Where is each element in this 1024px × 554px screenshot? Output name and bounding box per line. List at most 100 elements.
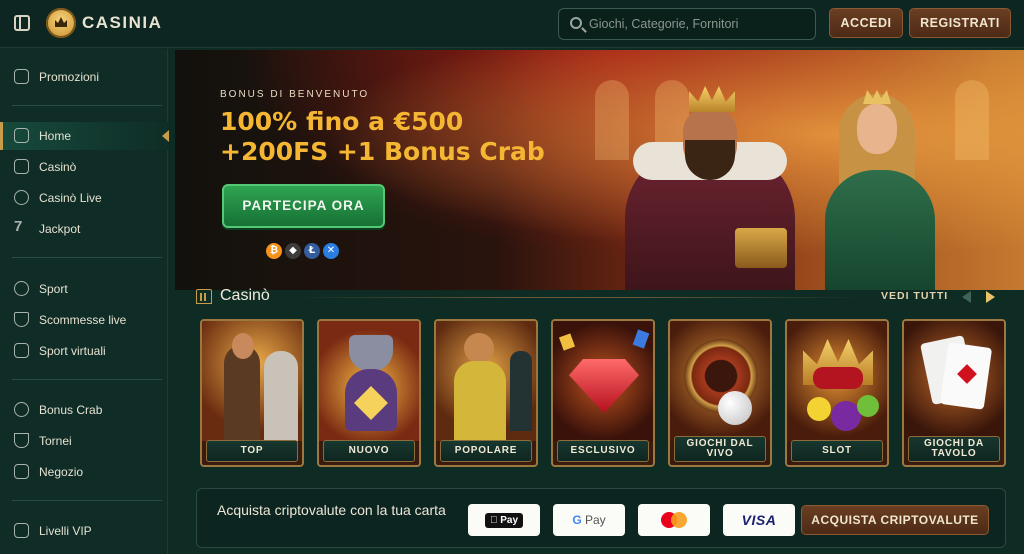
login-button[interactable]: ACCEDI — [829, 8, 903, 38]
sidebar-item-label: Tornei — [39, 434, 72, 448]
category-tile-esclusivo[interactable]: ESCLUSIVO — [551, 319, 655, 467]
google-pay-badge: G Pay — [553, 504, 625, 536]
sidebar-toggle-icon[interactable] — [14, 15, 30, 31]
sidebar-item-label: Promozioni — [39, 70, 100, 84]
tile-art — [553, 321, 653, 441]
apple-pay-badge:  Pay — [468, 504, 540, 536]
visa-badge: VISA — [723, 504, 795, 536]
castle-window — [955, 80, 989, 160]
sidebar-item-casino-live[interactable]: Casinò Live — [0, 184, 168, 212]
category-tile-nuovo[interactable]: NUOVO — [317, 319, 421, 467]
crypto-icons: ₿ ◆ Ł ✕ — [266, 240, 342, 259]
sidebar-item-casino[interactable]: Casinò — [0, 153, 168, 181]
hero-eyebrow: BONUS DI BENVENUTO — [220, 89, 370, 100]
welcome-bonus-banner[interactable]: BONUS DI BENVENUTO 100% fino a €500 +200… — [175, 50, 1024, 290]
sidebar-item-sport[interactable]: Sport — [0, 275, 168, 303]
logo-crown-icon[interactable] — [46, 8, 76, 38]
shop-icon — [14, 464, 29, 479]
sidebar-item-promozioni[interactable]: Promozioni — [0, 63, 168, 91]
ethereum-icon: ◆ — [285, 243, 301, 259]
google-pay-icon: G Pay — [572, 513, 606, 527]
casino-icon — [14, 159, 29, 174]
see-all-link[interactable]: VEDI TUTTI — [881, 290, 948, 302]
sidebar-item-label: Scommesse live — [39, 313, 127, 327]
sidebar-item-sport-virtuali[interactable]: Sport virtuali — [0, 337, 168, 365]
tile-label: SLOT — [791, 440, 883, 462]
category-tile-top[interactable]: TOP — [200, 319, 304, 467]
buy-crypto-text: Acquista criptovalute con la tua carta — [217, 502, 446, 518]
sidebar-item-label: Home — [39, 129, 72, 143]
arrow-right-icon[interactable] — [986, 291, 995, 303]
sidebar-item-label: Negozio — [39, 465, 84, 479]
tile-label: ESCLUSIVO — [557, 440, 649, 462]
join-now-button[interactable]: PARTECIPA ORA — [222, 184, 385, 228]
tile-label: POPOLARE — [440, 440, 532, 462]
tile-label: NUOVO — [323, 440, 415, 462]
logo-text[interactable]: CASINIA — [82, 13, 162, 33]
ripple-icon: ✕ — [323, 243, 339, 259]
sidebar-item-scommesse-live[interactable]: Scommesse live — [0, 306, 168, 334]
visa-icon: VISA — [741, 512, 777, 528]
category-tile-popolare[interactable]: POPOLARE — [434, 319, 538, 467]
tile-art — [670, 321, 770, 441]
sidebar-item-label: Sport virtuali — [39, 344, 106, 358]
tile-label: TOP — [206, 440, 298, 462]
tile-art — [904, 321, 1004, 441]
sidebar-item-label: Sport — [39, 282, 68, 296]
search-box[interactable] — [558, 8, 816, 40]
sidebar-item-bonus-crab[interactable]: Bonus Crab — [0, 396, 168, 424]
mastercard-badge — [638, 504, 710, 536]
sidebar-item-label: Livelli VIP — [39, 524, 92, 538]
casino-building-icon — [196, 289, 212, 304]
sidebar-item-label: Casinò — [39, 160, 77, 174]
register-button[interactable]: REGISTRATI — [909, 8, 1011, 38]
hero-title-line: 100% fino a €500 — [220, 107, 464, 136]
section-title: Casinò — [220, 287, 270, 304]
category-tile-slot[interactable]: SLOT — [785, 319, 889, 467]
shield-icon — [14, 312, 29, 327]
sidebar-item-livelli-vip[interactable]: Livelli VIP — [0, 517, 168, 545]
sidebar-item-label: Casinò Live — [39, 191, 102, 205]
king-illustration — [605, 78, 815, 290]
crown-icon — [14, 523, 29, 538]
search-icon — [570, 17, 582, 29]
sidebar-divider — [12, 105, 162, 106]
tile-label: GIOCHI DAL VIVO — [674, 436, 766, 462]
arrow-left-icon[interactable] — [962, 291, 971, 303]
queen-illustration — [825, 80, 945, 290]
trophy-icon — [14, 433, 29, 448]
sidebar-divider — [12, 257, 162, 258]
litecoin-icon: Ł — [304, 243, 320, 259]
category-tile-giochi-da-tavolo[interactable]: GIOCHI DA TAVOLO — [902, 319, 1006, 467]
sidebar-item-negozio[interactable]: Negozio — [0, 458, 168, 486]
tile-art — [319, 321, 419, 441]
crab-icon — [14, 402, 29, 417]
home-icon — [14, 128, 29, 143]
sidebar-item-home[interactable]: Home — [0, 122, 169, 150]
mastercard-icon — [661, 512, 687, 528]
sidebar-divider — [12, 500, 162, 501]
football-icon — [14, 281, 29, 296]
sidebar-item-jackpot[interactable]: 7 Jackpot — [0, 215, 168, 243]
category-tile-giochi-dal-vivo[interactable]: GIOCHI DAL VIVO — [668, 319, 772, 467]
tile-art — [202, 321, 302, 441]
bitcoin-icon: ₿ — [266, 243, 282, 259]
hero-title-line: +200FS +1 Bonus Crab — [220, 137, 545, 166]
gamepad-icon — [14, 343, 29, 358]
chip-icon — [14, 190, 29, 205]
sidebar-item-label: Bonus Crab — [39, 403, 103, 417]
seven-icon: 7 — [14, 218, 23, 235]
apple-pay-icon:  Pay — [484, 512, 524, 528]
tile-art — [436, 321, 536, 441]
tile-label: GIOCHI DA TAVOLO — [908, 436, 1000, 462]
search-input[interactable] — [589, 9, 811, 39]
sidebar-item-tornei[interactable]: Tornei — [0, 427, 168, 455]
buy-crypto-bar: Acquista criptovalute con la tua carta … — [196, 488, 1006, 548]
top-bar: CASINIA ACCEDI REGISTRATI — [0, 0, 1024, 48]
buy-crypto-button[interactable]: ACQUISTA CRIPTOVALUTE — [801, 505, 989, 535]
sidebar: Promozioni Home Casinò Casinò Live 7 Jac… — [0, 49, 169, 554]
tile-art — [787, 321, 887, 441]
gift-icon — [14, 69, 29, 84]
sidebar-item-label: Jackpot — [39, 222, 81, 236]
sidebar-divider — [12, 379, 162, 380]
